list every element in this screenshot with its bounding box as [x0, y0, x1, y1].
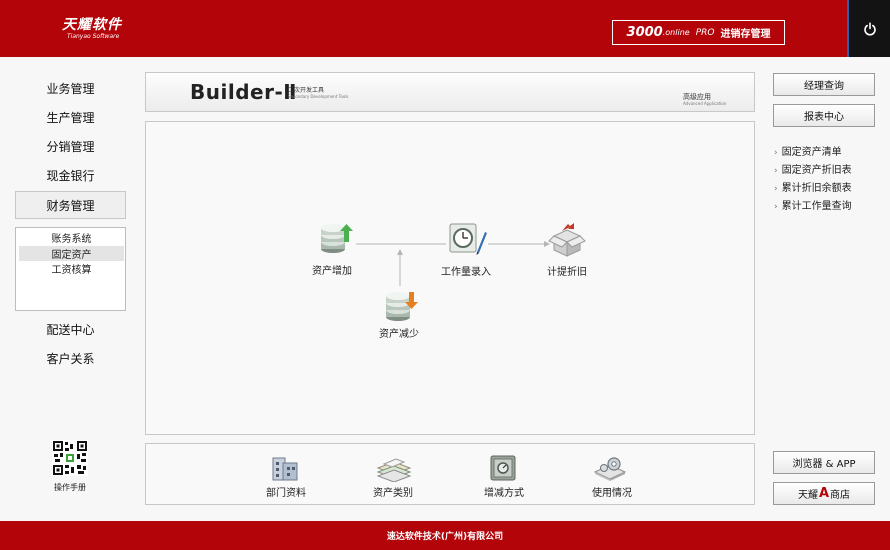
- nav-item-production[interactable]: 生产管理: [15, 104, 126, 130]
- link-label: 固定资产清单: [781, 147, 842, 158]
- flow-asset-reduce-label[interactable]: 资产减少: [359, 325, 439, 340]
- store-logo-letter: A: [818, 486, 830, 501]
- nav-item-cash-bank[interactable]: 现金银行: [15, 162, 126, 188]
- manual-label: 操作手册: [54, 483, 86, 492]
- builder-title: Builder-Ⅱ: [190, 80, 297, 104]
- link-accumulated-workload[interactable]: › 累计工作量查询: [774, 197, 852, 212]
- link-fixed-asset-list[interactable]: › 固定资产清单: [774, 143, 842, 158]
- browser-app-button[interactable]: 浏览器 & APP: [773, 451, 875, 474]
- link-accumulated-depreciation[interactable]: › 累计折旧余额表: [774, 179, 852, 194]
- tool-asset-category-label[interactable]: 资产类别: [353, 484, 433, 499]
- store-prefix: 天耀: [797, 490, 818, 501]
- flow-depreciation-label[interactable]: 计提折旧: [527, 263, 607, 278]
- submenu-item-accounting[interactable]: 账务系统: [19, 230, 124, 245]
- flow-connectors: [356, 241, 550, 286]
- footer-bar: 速达软件技术(广州)有限公司: [0, 521, 890, 550]
- banner-pro: PRO: [695, 27, 715, 38]
- department-building-icon[interactable]: [269, 454, 303, 482]
- tool-department-label[interactable]: 部门资料: [246, 484, 326, 499]
- builder-subtitle-en: Secondary Development Tools: [288, 94, 349, 99]
- nav-item-crm[interactable]: 客户关系: [15, 345, 126, 371]
- change-method-safe-icon[interactable]: [488, 454, 518, 482]
- submenu-item-payroll[interactable]: 工资核算: [19, 261, 124, 276]
- qr-code-icon[interactable]: [52, 440, 88, 476]
- logo-subtext: Tianyao Software: [67, 33, 120, 40]
- banner-product-name: 进销存管理: [720, 29, 771, 40]
- nav-item-delivery[interactable]: 配送中心: [15, 316, 126, 342]
- manager-query-button[interactable]: 经理查询: [773, 73, 875, 96]
- submenu-item-fixed-assets[interactable]: 固定资产: [19, 246, 124, 261]
- power-icon: [863, 21, 876, 36]
- clock-pen-icon[interactable]: [448, 222, 488, 256]
- banner-online: .online: [662, 28, 690, 37]
- builder-panel: Builder-Ⅱ 二次开发工具 Secondary Development T…: [145, 72, 755, 112]
- link-label: 累计折旧余额表: [781, 183, 852, 194]
- builder-subtitle-cn: 二次开发工具: [288, 87, 325, 94]
- advanced-app-en: Advanced Application: [683, 101, 727, 106]
- asset-category-icon[interactable]: [374, 454, 414, 482]
- tool-change-method-label[interactable]: 增减方式: [464, 484, 544, 499]
- store-suffix: 商店: [830, 490, 851, 501]
- chevron-right-icon: ›: [774, 148, 778, 158]
- header-bar: 天耀软件 Tianyao Software 3000 .online PRO 进…: [0, 0, 890, 57]
- link-label: 累计工作量查询: [781, 201, 852, 212]
- basic-data-toolbar: 部门资料 资产类别 增减方式 使用情况: [145, 443, 755, 505]
- nav-item-distribution[interactable]: 分销管理: [15, 133, 126, 159]
- banner-number: 3000: [626, 25, 663, 40]
- box-open-icon[interactable]: [548, 222, 586, 258]
- fixed-asset-flow-panel: 资产增加 工作量录入 计提折旧 资产减少: [145, 121, 755, 435]
- database-add-icon[interactable]: [318, 222, 356, 256]
- link-label: 固定资产折旧表: [781, 165, 852, 176]
- usage-gear-icon[interactable]: [592, 454, 628, 482]
- flow-workload-entry-label[interactable]: 工作量录入: [426, 263, 506, 278]
- power-button[interactable]: [847, 0, 890, 57]
- chevron-right-icon: ›: [774, 184, 778, 194]
- product-banner: 3000 .online PRO 进销存管理: [612, 20, 785, 45]
- tool-usage-label[interactable]: 使用情况: [572, 484, 652, 499]
- app-store-button[interactable]: 天耀 A 商店: [773, 482, 875, 505]
- link-depreciation-table[interactable]: › 固定资产折旧表: [774, 161, 852, 176]
- app-window: 天耀软件 Tianyao Software 3000 .online PRO 进…: [0, 0, 890, 550]
- finance-submenu: 账务系统 固定资产 工资核算: [15, 227, 126, 311]
- chevron-right-icon: ›: [774, 202, 778, 212]
- nav-item-business[interactable]: 业务管理: [15, 75, 126, 101]
- logo-text: 天耀软件: [62, 17, 122, 33]
- report-center-button[interactable]: 报表中心: [773, 104, 875, 127]
- flow-asset-add-label[interactable]: 资产增加: [292, 262, 372, 277]
- chevron-right-icon: ›: [774, 166, 778, 176]
- company-name: 速达软件技术(广州)有限公司: [386, 532, 504, 542]
- database-reduce-icon[interactable]: [383, 290, 421, 324]
- nav-item-finance[interactable]: 财务管理: [15, 191, 126, 219]
